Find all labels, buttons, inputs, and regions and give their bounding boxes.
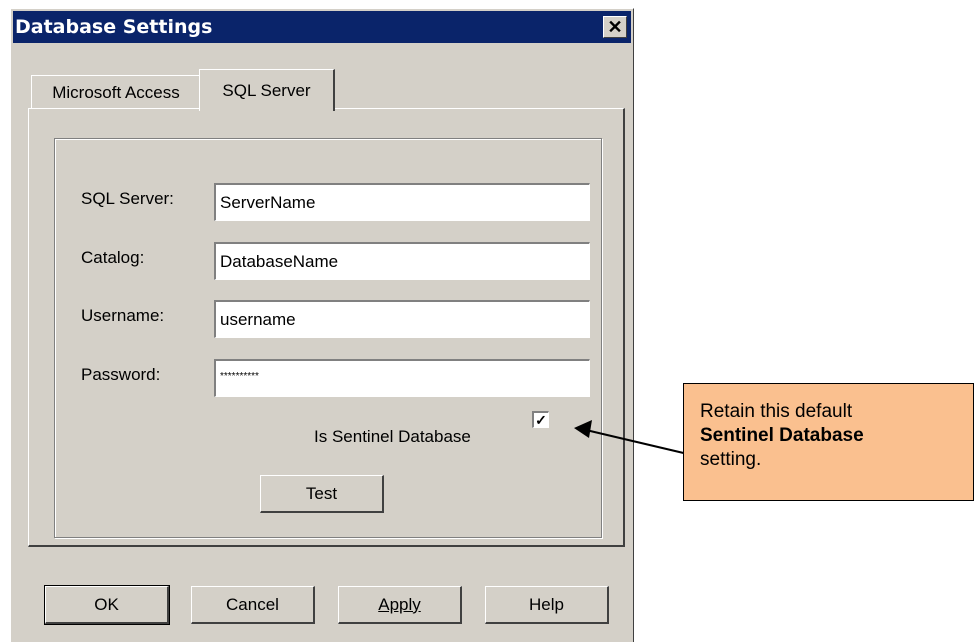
callout-text: Retain this default — [700, 401, 853, 422]
callout-bold-text: Sentinel Database — [700, 425, 864, 446]
callout-text-end: setting. — [700, 449, 762, 470]
annotation-callout: Retain this default Sentinel Database se… — [683, 383, 974, 501]
callout-arrow — [574, 420, 693, 456]
tab-sql-server[interactable]: SQL Server — [199, 69, 335, 111]
